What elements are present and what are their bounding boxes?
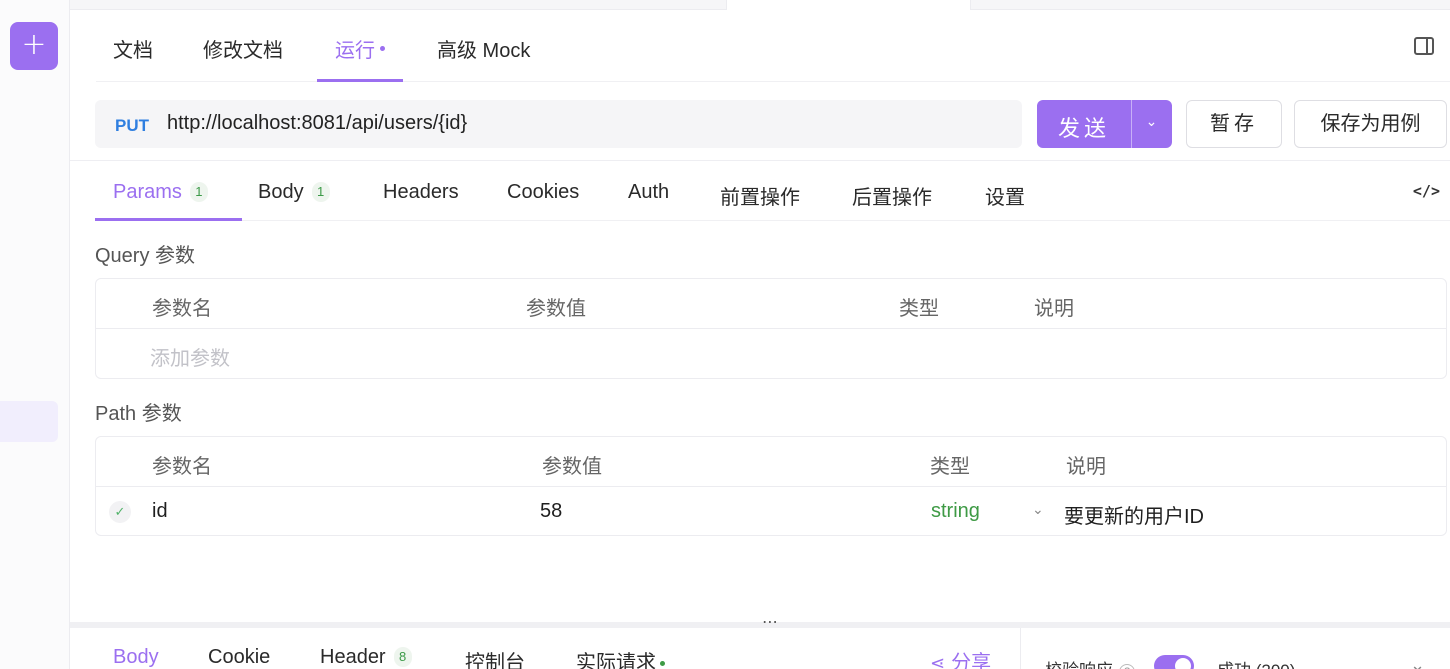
- verify-response: 校验响应?: [1045, 656, 1135, 669]
- panel-divider: [1020, 628, 1021, 669]
- tab-docs[interactable]: 文档: [113, 34, 153, 82]
- chevron-down-icon[interactable]: ⌄: [1131, 113, 1172, 130]
- divider: [70, 160, 1450, 161]
- side-panel-toggle-icon[interactable]: [1414, 37, 1434, 55]
- tab-response-body[interactable]: Body: [113, 646, 159, 669]
- add-param-row[interactable]: 添加参数: [96, 329, 1446, 379]
- column-header-value: 参数值: [526, 298, 586, 320]
- column-header-desc: 说明: [1034, 298, 1074, 320]
- http-method[interactable]: PUT: [115, 116, 149, 136]
- tab-actual-request[interactable]: 实际请求: [576, 646, 665, 669]
- column-header-name: 参数名: [152, 456, 212, 478]
- rail-active-item[interactable]: [0, 401, 58, 442]
- param-name[interactable]: id: [152, 500, 168, 523]
- tab-pre-actions[interactable]: 前置操作: [720, 181, 800, 221]
- chevron-down-icon[interactable]: ⌄: [1032, 501, 1044, 518]
- column-header-name: 参数名: [152, 298, 212, 320]
- table-header-row: 参数名 参数值 类型 说明: [96, 437, 1446, 487]
- chevron-down-icon[interactable]: ⌄: [1410, 655, 1425, 669]
- request-tabs: Params 1 Body 1 Headers Cookies Auth 前置操作 …: [95, 168, 1450, 221]
- tab-console[interactable]: 控制台: [465, 646, 525, 669]
- tab-edit-docs[interactable]: 修改文档: [203, 34, 283, 82]
- verify-toggle[interactable]: [1154, 655, 1194, 669]
- column-header-value: 参数值: [542, 456, 602, 478]
- query-section-title: Query 参数: [95, 245, 196, 267]
- tab-response-header-label: Header: [320, 646, 386, 668]
- unsaved-dot: [380, 46, 385, 52]
- share-label: 分享: [951, 652, 992, 669]
- top-tab-strip: [70, 0, 1450, 10]
- tab-actual-request-label: 实际请求: [576, 652, 656, 669]
- query-params-table: 参数名 参数值 类型 说明 添加参数: [95, 278, 1447, 379]
- path-params-table: 参数名 参数值 类型 说明 ✓ id 58 string ⌄ 要更新的用户ID: [95, 436, 1447, 536]
- column-header-type: 类型: [899, 298, 939, 320]
- body-count-badge: 1: [311, 182, 330, 202]
- code-icon[interactable]: </>: [1413, 182, 1440, 200]
- verify-label: 校验响应: [1045, 661, 1113, 669]
- main-tabs: 文档 修改文档 运行 高级 Mock: [96, 12, 1450, 82]
- table-header-row: 参数名 参数值 类型 说明: [96, 279, 1446, 329]
- tab-run[interactable]: 运行: [317, 34, 403, 82]
- tab-advanced-mock[interactable]: 高级 Mock: [437, 34, 530, 82]
- header-count-badge: 8: [393, 647, 412, 667]
- tab-params-label: Params: [113, 181, 182, 203]
- top-tab-right[interactable]: [970, 0, 1450, 10]
- share-button[interactable]: ⋖ 分享: [930, 646, 991, 669]
- param-type[interactable]: string: [931, 500, 980, 523]
- add-button[interactable]: +: [10, 22, 58, 70]
- params-count-badge: 1: [189, 182, 208, 202]
- top-tab-left[interactable]: [70, 0, 727, 10]
- tab-post-actions[interactable]: 后置操作: [852, 181, 932, 221]
- share-icon: ⋖: [930, 653, 946, 669]
- add-param-input[interactable]: 添加参数: [150, 342, 230, 371]
- tab-settings[interactable]: 设置: [985, 181, 1025, 221]
- send-label: 发送: [1057, 116, 1110, 141]
- tab-body-label: Body: [258, 181, 304, 203]
- tab-auth[interactable]: Auth: [628, 181, 669, 221]
- param-desc[interactable]: 要更新的用户ID: [1064, 500, 1204, 529]
- response-tabs: Body Cookie Header 8 控制台 实际请求 ⋖ 分享: [95, 628, 1020, 669]
- param-value[interactable]: 58: [540, 500, 562, 523]
- url-bar[interactable]: PUT http://localhost:8081/api/users/{id}: [95, 100, 1022, 148]
- tab-response-cookie[interactable]: Cookie: [208, 646, 270, 669]
- tab-cookies[interactable]: Cookies: [507, 181, 579, 221]
- save-as-case-button[interactable]: 保存为用例: [1294, 100, 1447, 148]
- send-button[interactable]: 发送 ⌄: [1037, 100, 1172, 148]
- url-input[interactable]: http://localhost:8081/api/users/{id}: [167, 112, 467, 135]
- tab-params[interactable]: Params 1: [95, 181, 242, 221]
- enabled-check-icon[interactable]: ✓: [109, 501, 131, 523]
- column-header-type: 类型: [930, 456, 970, 478]
- status-dot: [660, 661, 665, 667]
- table-row: ✓ id 58 string ⌄ 要更新的用户ID: [96, 487, 1446, 537]
- tab-headers[interactable]: Headers: [383, 181, 459, 221]
- column-header-desc: 说明: [1066, 456, 1106, 478]
- left-rail: +: [0, 0, 70, 669]
- response-status-select[interactable]: 成功 (200): [1217, 656, 1295, 669]
- tab-run-label: 运行: [335, 40, 375, 62]
- tab-response-header[interactable]: Header 8: [320, 646, 412, 669]
- path-section-title: Path 参数: [95, 403, 182, 425]
- help-icon[interactable]: ?: [1119, 664, 1135, 669]
- draft-button[interactable]: 暂存: [1186, 100, 1282, 148]
- tab-body[interactable]: Body 1: [258, 181, 330, 221]
